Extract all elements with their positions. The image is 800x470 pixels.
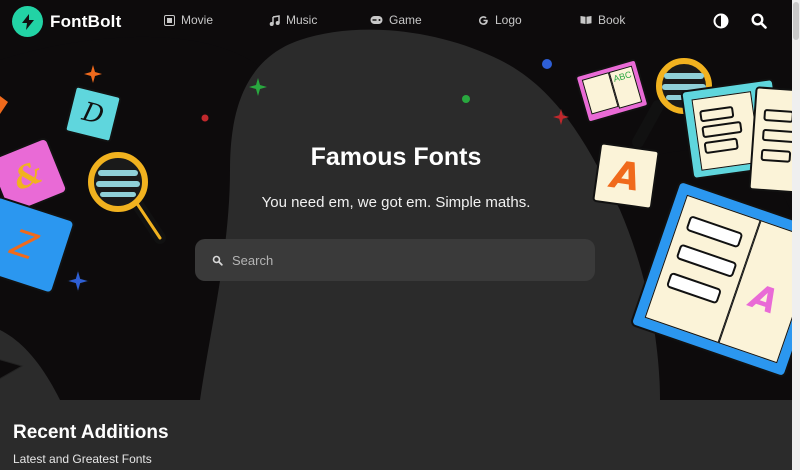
dot-shape bbox=[462, 95, 470, 103]
scrollbar-thumb[interactable] bbox=[793, 2, 799, 40]
nav-item-label: Music bbox=[286, 13, 318, 27]
page-scrollbar[interactable] bbox=[792, 0, 800, 470]
search-input[interactable] bbox=[232, 252, 595, 268]
lightning-bolt-icon bbox=[12, 6, 43, 37]
card-glyph: D bbox=[79, 96, 107, 132]
music-note-icon bbox=[269, 14, 280, 26]
search-icon bbox=[212, 255, 223, 266]
nav-item-music[interactable]: Music bbox=[269, 13, 317, 27]
search-icon[interactable] bbox=[750, 12, 768, 30]
film-icon bbox=[164, 14, 175, 26]
theme-toggle-icon[interactable] bbox=[712, 12, 730, 30]
card-glyph: Z bbox=[5, 221, 43, 269]
nav-item-book[interactable]: Book bbox=[580, 13, 625, 27]
nav-item-logo[interactable]: Logo bbox=[478, 13, 522, 27]
black-wedge-shape bbox=[0, 359, 24, 380]
gamepad-icon bbox=[370, 16, 383, 24]
google-g-icon bbox=[479, 15, 488, 25]
page: FontBolt Movie Music Game Logo Book D & … bbox=[0, 0, 800, 470]
nav-item-movie[interactable]: Movie bbox=[164, 13, 213, 27]
brand-name: FontBolt bbox=[50, 11, 122, 31]
hero-title: Famous Fonts bbox=[310, 143, 482, 171]
brand-logo[interactable]: FontBolt bbox=[12, 6, 121, 37]
sparkle-icon bbox=[249, 78, 267, 96]
sparkle-icon bbox=[67, 270, 89, 292]
section-title: Recent Additions bbox=[13, 422, 169, 443]
top-navbar: FontBolt Movie Music Game Logo Book bbox=[0, 0, 792, 44]
dot-shape bbox=[542, 59, 552, 69]
hero-subtitle: You need em, we got em. Simple maths. bbox=[261, 194, 531, 211]
open-book-icon bbox=[580, 16, 592, 24]
dot-shape bbox=[201, 114, 209, 122]
hero-search-bar[interactable] bbox=[195, 239, 595, 281]
nav-item-label: Movie bbox=[181, 13, 214, 27]
nav-item-label: Game bbox=[389, 13, 422, 27]
section-subtitle: Latest and Greatest Fonts bbox=[13, 452, 152, 466]
sparkle-icon bbox=[553, 109, 569, 125]
nav-item-game[interactable]: Game bbox=[370, 13, 422, 27]
sparkle-icon bbox=[84, 65, 102, 83]
nav-item-label: Logo bbox=[495, 13, 522, 27]
nav-item-label: Book bbox=[598, 13, 626, 27]
orange-triangle-shape bbox=[0, 96, 8, 114]
